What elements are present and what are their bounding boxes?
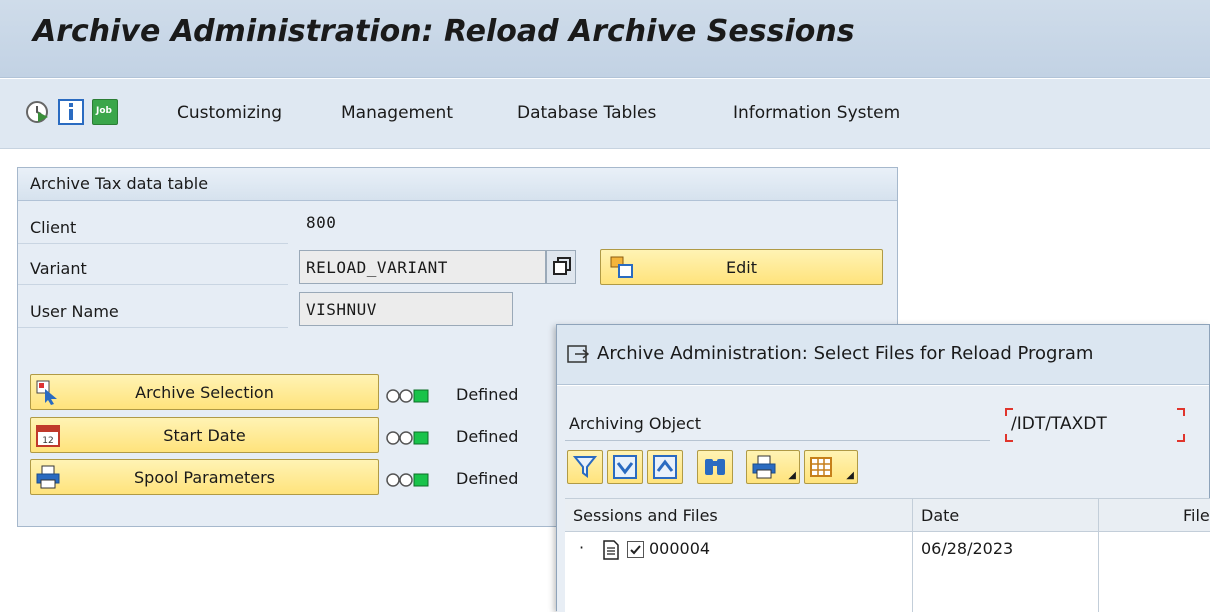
archive-selection-button[interactable]: Archive Selection: [30, 374, 379, 410]
dialog-window-icon: [567, 345, 589, 363]
select-files-dialog: Archive Administration: Select Files for…: [556, 324, 1210, 612]
copy-icon: [553, 257, 571, 275]
edit-button[interactable]: Edit: [600, 249, 883, 285]
start-date-button[interactable]: 12 Start Date: [30, 417, 379, 453]
user-value: VISHNUV: [306, 300, 377, 319]
sort-descending-button[interactable]: [607, 450, 643, 484]
menu-management[interactable]: Management: [341, 103, 453, 123]
dialog-body: Archiving Object /IDT/TAXDT ◢ ◢ Sessions…: [557, 386, 1210, 612]
document-icon: [603, 540, 619, 560]
page-title: Archive Administration: Reload Archive S…: [33, 14, 855, 49]
focus-corner: [1005, 434, 1013, 442]
panel-title: Archive Tax data table: [30, 174, 209, 193]
user-row: User Name: [18, 295, 288, 328]
grid-header: Sessions and Files Date File: [565, 498, 1210, 533]
filter-icon: [572, 456, 598, 478]
find-button[interactable]: [697, 450, 733, 484]
status-lights-icon: [386, 473, 429, 487]
archiving-object-label: Archiving Object: [569, 414, 701, 433]
printer-icon: [752, 455, 776, 479]
job-icon-label: Job: [96, 106, 112, 116]
label-underline: [565, 440, 990, 441]
focus-corner: [1177, 408, 1185, 416]
sort-descending-icon: [613, 455, 637, 479]
status-lights-icon: [386, 431, 429, 445]
filter-button[interactable]: [567, 450, 603, 484]
archiving-object-field[interactable]: /IDT/TAXDT: [1005, 408, 1185, 442]
spool-parameters-label: Spool Parameters: [134, 468, 275, 487]
start-date-status: Defined: [456, 427, 519, 446]
column-header-file[interactable]: File: [1099, 499, 1210, 533]
sort-ascending-icon: [653, 455, 677, 479]
user-label: User Name: [30, 302, 119, 321]
variant-label: Variant: [30, 259, 87, 278]
execute-clock-icon[interactable]: [24, 99, 50, 125]
client-value: 800: [306, 213, 337, 232]
client-label: Client: [30, 218, 77, 237]
checkmark-icon: [630, 545, 641, 555]
dialog-title: Archive Administration: Select Files for…: [597, 343, 1094, 364]
variant-row: Variant: [18, 252, 288, 285]
column-header-sessions[interactable]: Sessions and Files: [565, 499, 913, 533]
start-date-label: Start Date: [163, 426, 246, 445]
layout-button[interactable]: ◢: [804, 450, 858, 484]
archive-selection-label: Archive Selection: [135, 383, 274, 402]
info-icon[interactable]: [58, 99, 84, 125]
dialog-title-bar[interactable]: Archive Administration: Select Files for…: [557, 325, 1209, 385]
grid-body: · 000004 06/28/2023: [565, 532, 1210, 612]
variant-field[interactable]: RELOAD_VARIANT: [299, 250, 546, 284]
column-header-label: Date: [921, 506, 960, 525]
menu-database-tables[interactable]: Database Tables: [517, 103, 656, 123]
spool-parameters-status: Defined: [456, 469, 519, 488]
variant-copy-button[interactable]: [546, 250, 576, 284]
client-row: Client: [18, 211, 288, 244]
archive-selection-status: Defined: [456, 385, 519, 404]
archiving-object-value: /IDT/TAXDT: [1011, 414, 1107, 434]
title-bar: Archive Administration: Reload Archive S…: [0, 0, 1210, 78]
edit-button-label: Edit: [726, 258, 757, 277]
menu-customizing[interactable]: Customizing: [177, 103, 282, 123]
application-toolbar: Job Customizing Management Database Tabl…: [0, 79, 1210, 149]
date-cell: 06/28/2023: [913, 532, 1099, 612]
variant-value: RELOAD_VARIANT: [306, 258, 448, 277]
user-field[interactable]: VISHNUV: [299, 292, 513, 326]
job-icon[interactable]: Job: [92, 99, 118, 125]
layout-grid-icon: [810, 457, 832, 477]
menu-information-system[interactable]: Information System: [733, 103, 900, 123]
tree-bullet-icon: ·: [579, 538, 585, 557]
sort-ascending-button[interactable]: [647, 450, 683, 484]
column-header-label: Sessions and Files: [573, 506, 718, 525]
focus-corner: [1177, 434, 1185, 442]
status-lights-icon: [386, 389, 429, 403]
binoculars-icon: [705, 459, 725, 475]
dropdown-arrow-icon: ◢: [788, 470, 796, 481]
spool-parameters-button[interactable]: Spool Parameters: [30, 459, 379, 495]
table-row[interactable]: · 000004: [565, 532, 913, 612]
session-date: 06/28/2023: [921, 539, 1014, 558]
session-checkbox[interactable]: [627, 541, 644, 558]
column-header-label: File: [1183, 506, 1210, 525]
dropdown-arrow-icon: ◢: [846, 470, 854, 481]
print-button[interactable]: ◢: [746, 450, 800, 484]
panel-header: Archive Tax data table: [18, 168, 897, 201]
column-header-date[interactable]: Date: [913, 499, 1099, 533]
session-number: 000004: [649, 539, 711, 558]
